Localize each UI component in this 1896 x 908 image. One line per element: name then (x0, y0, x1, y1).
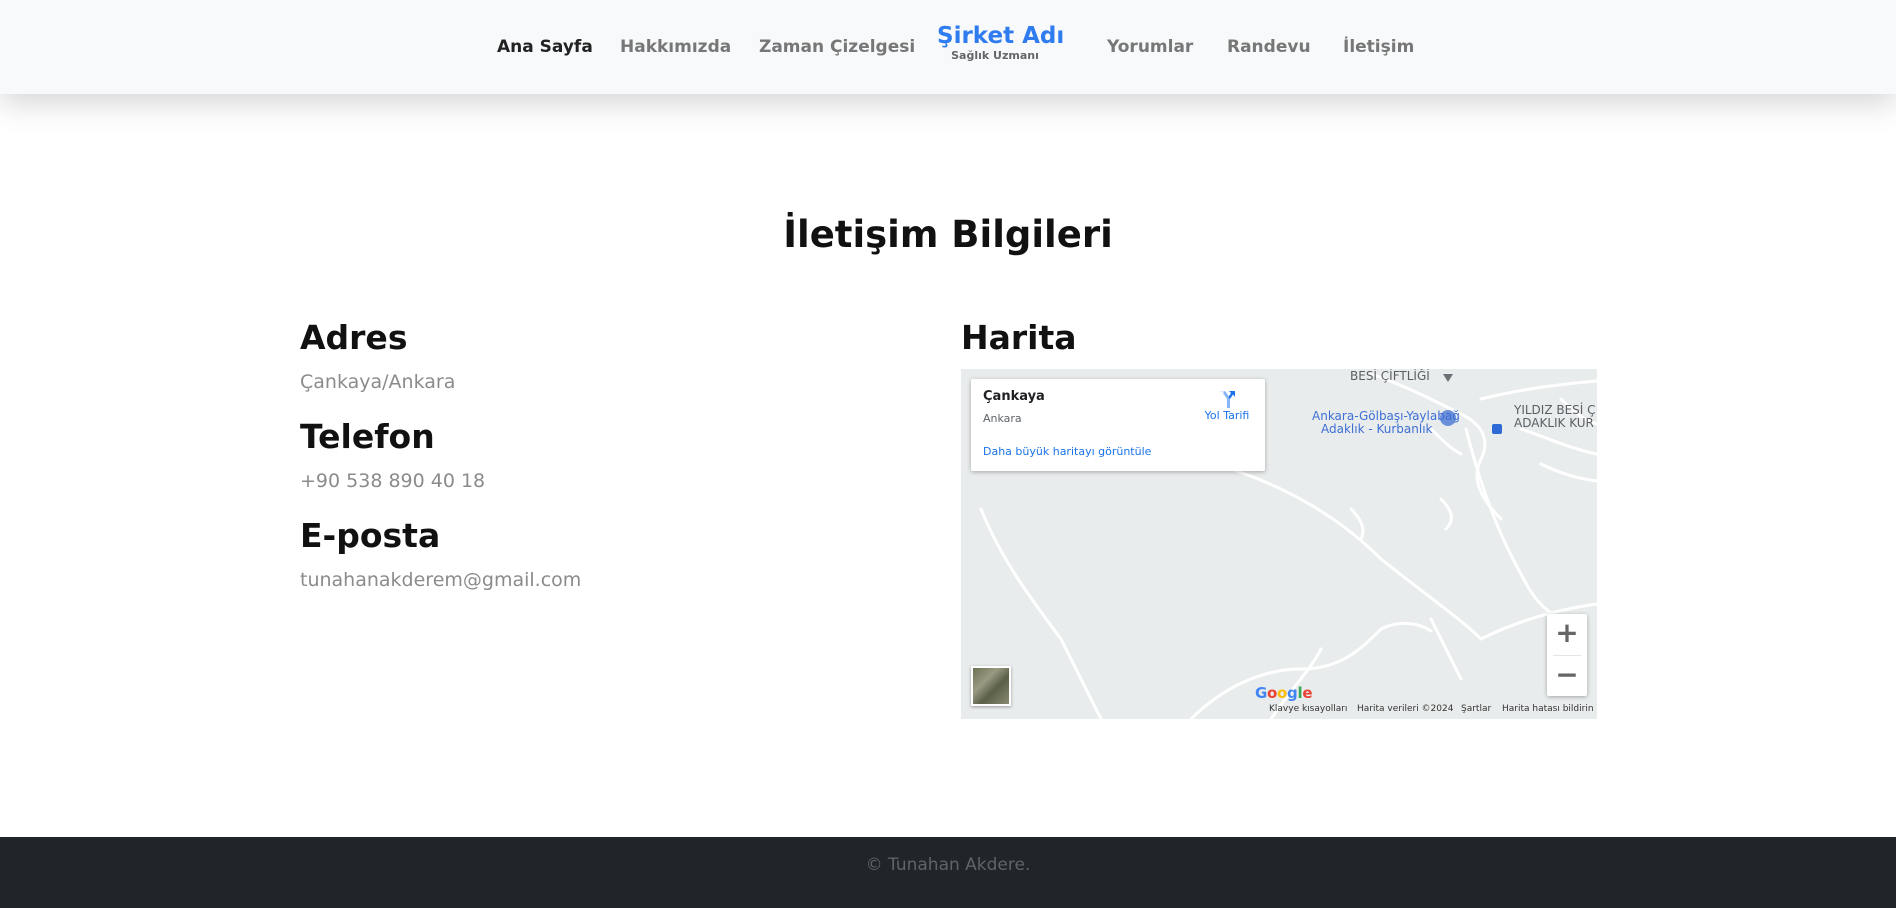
map-label-yildiz-line2: ADAKLIK KUR (1514, 416, 1594, 430)
google-logo-letter: e (1302, 684, 1313, 702)
footer: © Tunahan Akdere. (0, 837, 1896, 908)
map-data-attribution: Harita verileri ©2024 (1357, 704, 1454, 714)
google-logo-letter: g (1287, 684, 1298, 702)
directions-label: Yol Tarifi (1204, 409, 1250, 422)
brand-subtitle: Sağlık Uzmanı (951, 49, 1039, 62)
embedded-map[interactable]: BESİ ÇİFTLİĞİ Ankara-Gölbaşı-Yaylabağ Ad… (961, 369, 1597, 719)
brand-title: Şirket Adı (937, 23, 1065, 49)
nav-link-home[interactable]: Ana Sayfa (497, 37, 593, 57)
map-label-poi-line1: Ankara-Gölbaşı-Yaylabağ (1312, 409, 1460, 423)
nav-link-contact[interactable]: İletişim (1343, 37, 1414, 57)
email-value: tunahanakderem@gmail.com (300, 569, 582, 591)
phone-value: +90 538 890 40 18 (300, 470, 486, 492)
google-logo-letter: o (1267, 684, 1278, 702)
larger-map-link[interactable]: Daha büyük haritayı görüntüle (983, 445, 1151, 458)
map-label-farm: BESİ ÇİFTLİĞİ (1350, 369, 1430, 383)
map-label-poi-line2: Adaklık - Kurbanlık (1321, 422, 1433, 436)
navbar: Ana Sayfa Hakkımızda Zaman Çizelgesi Şir… (0, 0, 1896, 94)
map-zoom-controls: + − (1547, 614, 1587, 696)
terms-link[interactable]: Şartlar (1461, 704, 1491, 714)
keyboard-shortcuts-link[interactable]: Klavye kısayolları (1269, 704, 1347, 714)
map-label-yildiz-line1: YILDIZ BESİ Ç (1514, 403, 1596, 417)
phone-heading: Telefon (300, 417, 435, 456)
report-map-error-link[interactable]: Harita hatası bildirin (1502, 704, 1594, 714)
brand[interactable]: Şirket Adı Sağlık Uzmanı (937, 23, 1065, 62)
nav-link-reviews[interactable]: Yorumlar (1107, 37, 1193, 57)
google-logo: Google (1255, 684, 1312, 702)
nav-link-timeline[interactable]: Zaman Çizelgesi (759, 37, 915, 57)
address-value: Çankaya/Ankara (300, 371, 456, 393)
satellite-toggle-button[interactable] (971, 666, 1011, 706)
address-heading: Adres (300, 318, 408, 357)
google-logo-letter: G (1255, 684, 1268, 702)
nav-link-appointment[interactable]: Randevu (1227, 37, 1311, 57)
email-heading: E-posta (300, 516, 441, 555)
map-info-card: Çankaya Ankara Daha büyük haritayı görün… (971, 379, 1265, 471)
directions-button[interactable]: Yol Tarifi (1197, 389, 1257, 422)
nav-link-about[interactable]: Hakkımızda (620, 37, 731, 57)
zoom-in-button[interactable]: + (1547, 614, 1587, 654)
zoom-out-button[interactable]: − (1547, 656, 1587, 696)
directions-icon (1219, 391, 1235, 408)
google-logo-letter: o (1277, 684, 1288, 702)
map-heading: Harita (961, 318, 1077, 357)
map-place-name: Çankaya (983, 389, 1045, 404)
footer-copyright: © Tunahan Akdere. (865, 855, 1031, 875)
page-title: İletişim Bilgileri (783, 213, 1113, 256)
map-place-region: Ankara (983, 412, 1022, 425)
